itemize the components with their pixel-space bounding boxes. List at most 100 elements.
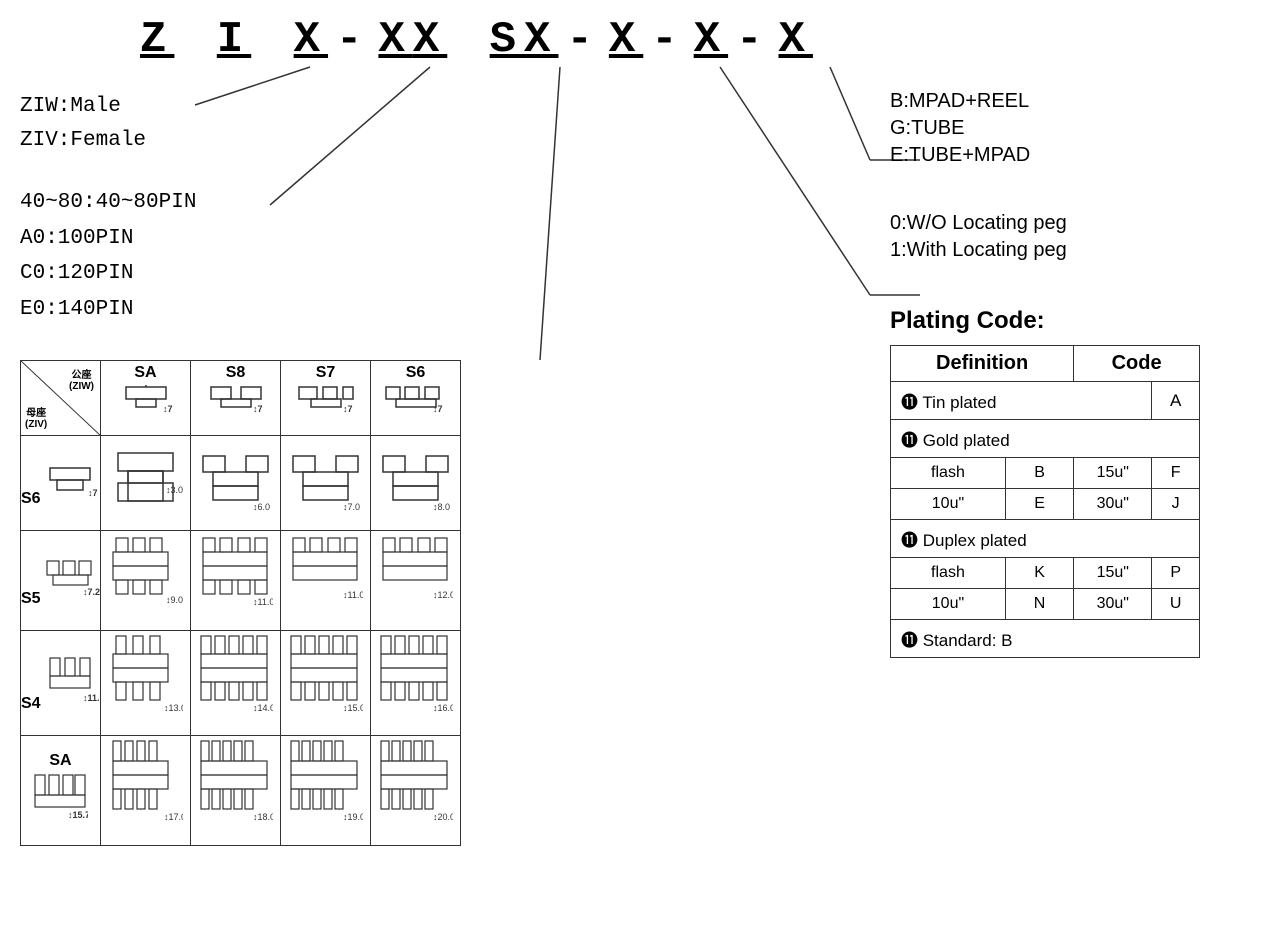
plating-row-duplex-header: ⓫ Duplex plated	[891, 520, 1200, 558]
connector-s5-s7: ↕11.0	[288, 533, 363, 623]
svg-text:↕11.0: ↕11.0	[343, 590, 363, 600]
packaging-section: B:MPAD+REEL G:TUBE E:TUBE+MPAD	[890, 90, 1250, 167]
connector-table-wrapper: 公座(ZIW) 母座(ZIV) SA ↕7 S8	[20, 360, 461, 846]
plating-row-tin: ⓫ Tin plated A	[891, 382, 1200, 420]
plating-gold-b: B	[1005, 458, 1073, 489]
packaging-item-g: G:TUBE	[890, 117, 1250, 140]
plating-gold-e: E	[1005, 489, 1073, 520]
s8-header-connector: ↕7	[201, 382, 271, 427]
connector-s5-sa: ↕9.0	[108, 533, 183, 623]
corner-cell: 公座(ZIW) 母座(ZIV)	[21, 361, 101, 436]
plating-header-definition: Definition	[891, 346, 1074, 382]
code-z: Z	[140, 15, 174, 65]
connector-sa-s7: ↕19.0	[288, 738, 363, 838]
sa-row-connector: ↕15.7	[33, 770, 88, 825]
plating-row-gold-2: 10u" E 30u" J	[891, 489, 1200, 520]
connector-sa-s6: ↕20.0	[378, 738, 453, 838]
connector-s6-s6: ↕8.0	[378, 438, 453, 523]
code-sx: SX	[490, 15, 559, 65]
plating-gold-label: ⓫ Gold plated	[891, 420, 1200, 458]
plating-row-duplex-2: 10u" N 30u" U	[891, 589, 1200, 620]
locating-section: 0:W/O Locating peg 1:With Locating peg	[890, 212, 1250, 262]
col-header-s6: S6 ↕7	[371, 361, 461, 436]
plating-section: Plating Code: Definition Code ⓫ Tin plat…	[890, 307, 1250, 658]
svg-text:↕3.0: ↕3.0	[166, 485, 183, 495]
col-header-s7: S7 ↕7	[281, 361, 371, 436]
plating-gold-j: J	[1152, 489, 1200, 520]
code-x2: X	[609, 15, 643, 65]
row-label-s4: S4 ↕11.7	[21, 631, 101, 736]
right-section: B:MPAD+REEL G:TUBE E:TUBE+MPAD 0:W/O Loc…	[890, 90, 1250, 658]
svg-text:↕16.0: ↕16.0	[433, 703, 453, 713]
plating-gold-10u: 10u"	[891, 489, 1006, 520]
cell-s4-s8: ↕14.0	[191, 631, 281, 736]
plating-standard-label: ⓫ Standard: B	[891, 620, 1200, 658]
connector-s4-s7: ↕15.0	[288, 633, 363, 728]
svg-text:↕17.0: ↕17.0	[164, 812, 183, 822]
svg-text:↕14.0: ↕14.0	[253, 703, 273, 713]
cell-s5-s6: ↕12.0	[371, 531, 461, 631]
cell-s5-s8: ↕11.0	[191, 531, 281, 631]
plating-duplex-label: ⓫ Duplex plated	[891, 520, 1200, 558]
cell-s5-sa: ↕9.0	[101, 531, 191, 631]
plating-duplex-u: U	[1152, 589, 1200, 620]
col-header-sa: SA ↕7	[101, 361, 191, 436]
sa-header-connector: ↕7	[111, 382, 181, 427]
cell-s6-sa: ↕3.0	[101, 436, 191, 531]
connector-sa-s8: ↕18.0	[198, 738, 273, 838]
connector-s4-s6: ↕16.0	[378, 633, 453, 728]
code-xx: X	[378, 15, 412, 65]
connector-s4-sa: ↕13.0	[108, 633, 183, 728]
plating-gold-30u: 30u"	[1074, 489, 1152, 520]
connector-s6-s7: ↕7.0	[288, 438, 363, 523]
plating-title: Plating Code:	[890, 307, 1250, 335]
svg-text:↕7: ↕7	[253, 404, 263, 414]
svg-text:↕20.0: ↕20.0	[433, 812, 453, 822]
type-labels: ZIW:Male ZIV:Female	[20, 90, 146, 157]
svg-text:↕18.0: ↕18.0	[253, 812, 273, 822]
svg-text:↕7: ↕7	[88, 488, 98, 498]
plating-duplex-n: N	[1005, 589, 1073, 620]
plating-row-gold-1: flash B 15u" F	[891, 458, 1200, 489]
cell-sa-sa: ↕17.0	[101, 736, 191, 846]
row-label-sa: SA ↕15.7	[21, 736, 101, 846]
table-row-s4: S4 ↕11.7	[21, 631, 461, 736]
table-row-s6: S6 ↕7 ↕3.0	[21, 436, 461, 531]
s4-row-connector: ↕11.7	[45, 653, 100, 708]
row-label-s6: S6 ↕7	[21, 436, 101, 531]
svg-text:↕15.0: ↕15.0	[343, 703, 363, 713]
svg-text:↕7.0: ↕7.0	[343, 502, 360, 512]
plating-row-standard: ⓫ Standard: B	[891, 620, 1200, 658]
svg-text:↕7: ↕7	[343, 404, 353, 414]
col-header-s8: S8 ↕7	[191, 361, 281, 436]
pin-labels: 40~80:40~80PIN A0:100PIN C0:120PIN E0:14…	[20, 185, 196, 328]
s5-row-connector: ↕7.2	[45, 553, 100, 603]
connector-s5-s8: ↕11.0	[198, 533, 273, 623]
connector-table: 公座(ZIW) 母座(ZIV) SA ↕7 S8	[20, 360, 461, 846]
svg-text:↕6.0: ↕6.0	[253, 502, 270, 512]
svg-text:↕15.7: ↕15.7	[68, 810, 88, 820]
plating-row-duplex-1: flash K 15u" P	[891, 558, 1200, 589]
plating-duplex-p: P	[1152, 558, 1200, 589]
connector-s5-s6: ↕12.0	[378, 533, 453, 623]
pin-120: C0:120PIN	[20, 256, 196, 292]
svg-text:↕13.0: ↕13.0	[164, 703, 183, 713]
cell-s6-s8: ↕6.0	[191, 436, 281, 531]
svg-text:↕7: ↕7	[163, 404, 173, 414]
svg-text:↕12.0: ↕12.0	[433, 590, 453, 600]
code-x3: X	[694, 15, 728, 65]
cell-s5-s7: ↕11.0	[281, 531, 371, 631]
svg-text:↕8.0: ↕8.0	[433, 502, 450, 512]
svg-text:↕11.7: ↕11.7	[83, 693, 100, 703]
plating-gold-flash: flash	[891, 458, 1006, 489]
svg-text:↕7: ↕7	[433, 404, 443, 414]
plating-table: Definition Code ⓫ Tin plated A ⓫ Gold pl…	[890, 345, 1200, 658]
connector-s6-s8: ↕6.0	[198, 438, 273, 523]
plating-duplex-15u: 15u"	[1074, 558, 1152, 589]
cell-s4-sa: ↕13.0	[101, 631, 191, 736]
svg-text:↕7.2: ↕7.2	[83, 587, 100, 597]
plating-row-gold-header: ⓫ Gold plated	[891, 420, 1200, 458]
code-x1: X	[294, 15, 328, 65]
plating-tin-code: A	[1152, 382, 1200, 420]
pin-140: E0:140PIN	[20, 292, 196, 328]
